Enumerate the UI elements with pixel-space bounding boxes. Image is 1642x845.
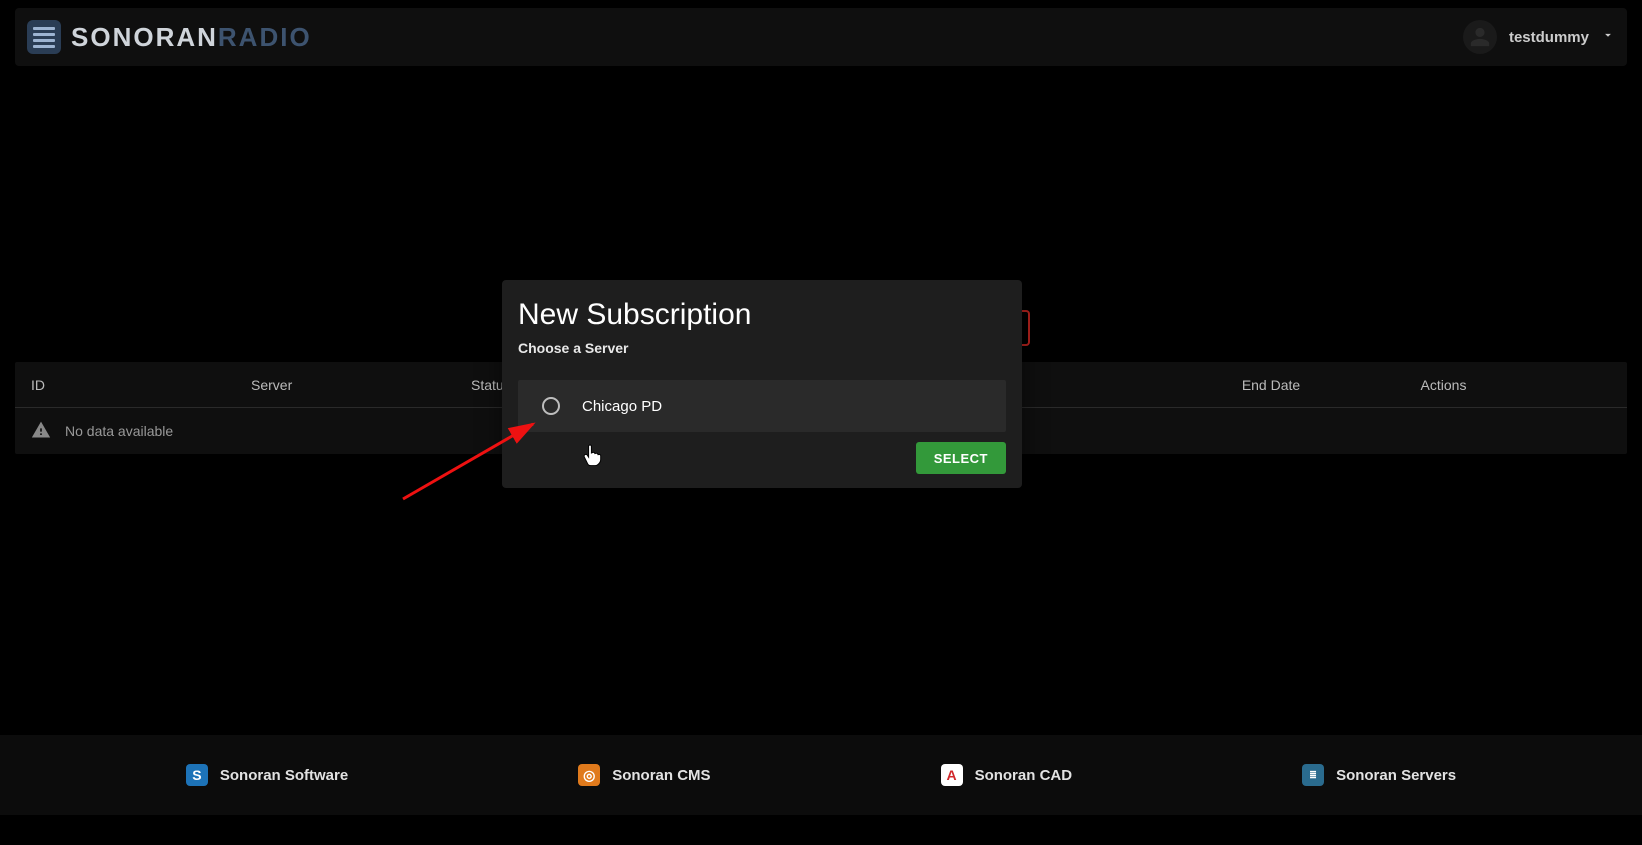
- footer-link-sonoran-software[interactable]: S Sonoran Software: [186, 764, 348, 786]
- brand-logo-icon: [27, 20, 61, 54]
- footer-label: Sonoran CMS: [612, 767, 710, 784]
- footer-label: Sonoran CAD: [975, 767, 1073, 784]
- new-subscription-button-outline[interactable]: [1022, 310, 1030, 346]
- footer-icon-cad: A: [941, 764, 963, 786]
- brand-secondary: RADIO: [218, 22, 312, 52]
- footer-link-sonoran-servers[interactable]: ≣ Sonoran Servers: [1302, 764, 1456, 786]
- footer-icon-servers: ≣: [1302, 764, 1324, 786]
- col-end-date: End Date: [1181, 377, 1361, 393]
- dialog-subtitle: Choose a Server: [518, 340, 1006, 356]
- user-name-label: testdummy: [1509, 29, 1589, 46]
- top-bar: SONORANRADIO testdummy: [15, 8, 1627, 66]
- footer-link-sonoran-cms[interactable]: ◎ Sonoran CMS: [578, 764, 710, 786]
- brand-text: SONORANRADIO: [71, 22, 312, 53]
- footer: S Sonoran Software ◎ Sonoran CMS A Sonor…: [0, 735, 1642, 815]
- footer-icon-cms: ◎: [578, 764, 600, 786]
- dialog-title: New Subscription: [518, 298, 1006, 332]
- footer-link-sonoran-cad[interactable]: A Sonoran CAD: [941, 764, 1073, 786]
- brand-primary: SONORAN: [71, 22, 218, 52]
- chevron-down-icon: [1601, 28, 1615, 47]
- footer-icon-software: S: [186, 764, 208, 786]
- select-button[interactable]: SELECT: [916, 442, 1006, 474]
- server-option-label: Chicago PD: [582, 398, 662, 415]
- col-actions: Actions: [1361, 377, 1526, 393]
- user-menu[interactable]: testdummy: [1463, 20, 1615, 54]
- footer-label: Sonoran Servers: [1336, 767, 1456, 784]
- footer-label: Sonoran Software: [220, 767, 348, 784]
- warning-icon: [31, 420, 51, 443]
- dialog-actions: SELECT: [518, 442, 1006, 474]
- col-id: ID: [31, 377, 251, 393]
- brand[interactable]: SONORANRADIO: [27, 20, 312, 54]
- col-server: Server: [251, 377, 471, 393]
- no-data-label: No data available: [65, 423, 173, 439]
- server-option-chicago-pd[interactable]: Chicago PD: [518, 380, 1006, 432]
- new-subscription-dialog: New Subscription Choose a Server Chicago…: [502, 280, 1022, 488]
- avatar-icon: [1463, 20, 1497, 54]
- radio-icon: [542, 397, 560, 415]
